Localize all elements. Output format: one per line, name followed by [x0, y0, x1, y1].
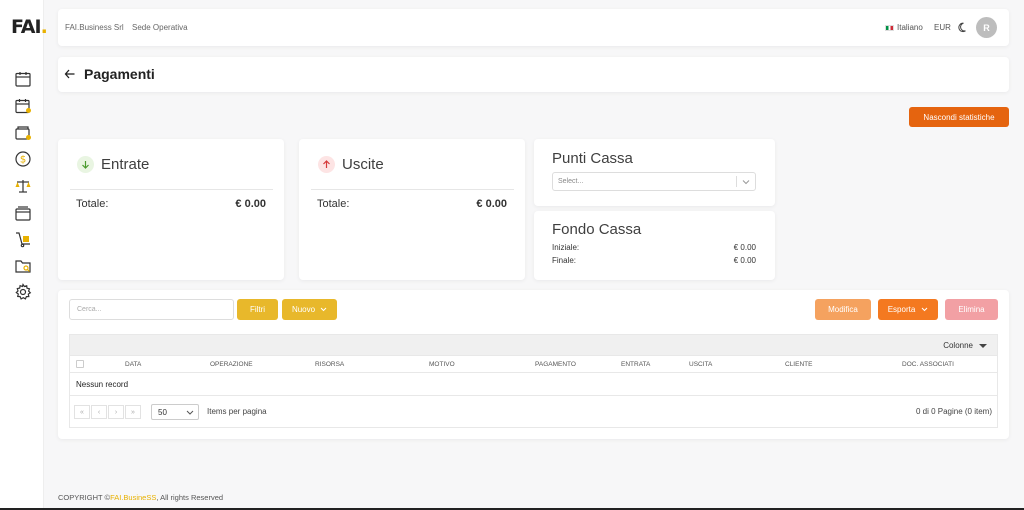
- fondo-cassa-card: Fondo Cassa Iniziale: € 0.00 Finale: € 0…: [534, 211, 775, 280]
- delete-button[interactable]: Elimina: [945, 299, 998, 320]
- select-separator: [736, 176, 737, 187]
- punti-cassa-title: Punti Cassa: [552, 150, 633, 167]
- table-header-row: DATA OPERAZIONE RISORSA MOTIVO PAGAMENTO…: [69, 356, 998, 373]
- filters-button[interactable]: Filtri: [237, 299, 278, 320]
- search-input[interactable]: Cerca...: [69, 299, 234, 320]
- entrate-total-value: € 0.00: [235, 198, 266, 210]
- next-page-button[interactable]: ›: [108, 405, 124, 419]
- page-title: Pagamenti: [84, 66, 155, 82]
- arrow-down-icon: [77, 156, 94, 173]
- fondo-initial-label: Iniziale:: [552, 243, 580, 252]
- column-header[interactable]: CLIENTE: [785, 361, 812, 368]
- prev-page-button[interactable]: ‹: [91, 405, 107, 419]
- punti-cassa-card: Punti Cassa Select...: [534, 139, 775, 206]
- page-info: 0 di 0 Pagine (0 item): [915, 407, 992, 416]
- empty-row: Nessun record: [69, 373, 998, 396]
- column-header[interactable]: DATA: [125, 361, 141, 368]
- select-all-checkbox[interactable]: [76, 360, 84, 368]
- fondo-final-label: Finale:: [552, 256, 577, 265]
- moon-icon[interactable]: [957, 21, 969, 33]
- last-page-button[interactable]: »: [125, 405, 141, 419]
- app-logo[interactable]: FAI.: [11, 16, 48, 38]
- entrate-title: Entrate: [101, 156, 150, 173]
- cash-register-icon[interactable]: [14, 204, 32, 222]
- chevron-down-icon: [921, 307, 928, 312]
- chevron-down-icon: [186, 410, 194, 415]
- table-toolbar: Colonne: [69, 334, 998, 356]
- dollar-coin-icon[interactable]: $: [14, 150, 32, 168]
- uscite-card: Uscite Totale: € 0.00: [299, 139, 525, 280]
- edit-button[interactable]: Modifica: [815, 299, 871, 320]
- language-selector[interactable]: Italiano: [885, 23, 923, 32]
- folder-search-icon[interactable]: [14, 257, 32, 275]
- calendar-user-icon[interactable]: [14, 97, 32, 115]
- first-page-button[interactable]: «: [74, 405, 90, 419]
- uscite-title: Uscite: [342, 156, 384, 173]
- title-bar: Pagamenti: [58, 57, 1009, 92]
- calendar-icon[interactable]: [14, 70, 32, 88]
- currency-selector[interactable]: EUR: [934, 23, 951, 32]
- hand-truck-icon[interactable]: [14, 230, 32, 248]
- entrate-card: Entrate Totale: € 0.00: [58, 139, 284, 280]
- column-header[interactable]: ENTRATA: [621, 361, 650, 368]
- footer: COPYRIGHT ©FAI.BusineSS, All rights Rese…: [58, 493, 224, 502]
- column-header[interactable]: DOC. ASSOCIATI: [902, 361, 954, 368]
- column-header[interactable]: RISORSA: [315, 361, 344, 368]
- settings-gear-icon[interactable]: [14, 283, 32, 301]
- payments-table-card: Cerca... Filtri Nuovo Modifica Esporta E…: [58, 290, 1009, 439]
- columns-button[interactable]: Colonne: [943, 341, 987, 350]
- entrate-total-label: Totale:: [76, 198, 109, 210]
- italy-flag-icon: [885, 24, 894, 31]
- caret-down-icon: [979, 343, 987, 348]
- empty-message: Nessun record: [76, 380, 129, 389]
- page-size-select[interactable]: 50: [151, 404, 199, 420]
- page-size-label: Items per pagina: [207, 407, 267, 416]
- scale-icon[interactable]: [14, 177, 32, 195]
- column-header[interactable]: USCITA: [689, 361, 712, 368]
- punti-cassa-select[interactable]: Select...: [552, 172, 756, 191]
- wallet-icon[interactable]: [14, 124, 32, 142]
- fondo-cassa-title: Fondo Cassa: [552, 221, 642, 238]
- location-name[interactable]: Sede Operativa: [132, 23, 188, 32]
- fondo-initial-value: € 0.00: [733, 243, 756, 252]
- company-name[interactable]: FAI.Business Srl: [65, 23, 124, 32]
- divider: [311, 189, 514, 190]
- arrow-up-icon: [318, 156, 335, 173]
- sidebar: FAI. $: [0, 0, 48, 510]
- uscite-total-value: € 0.00: [476, 198, 507, 210]
- column-header[interactable]: MOTIVO: [429, 361, 455, 368]
- new-button[interactable]: Nuovo: [282, 299, 337, 320]
- column-header[interactable]: OPERAZIONE: [210, 361, 253, 368]
- user-avatar[interactable]: R: [976, 17, 997, 38]
- uscite-total-label: Totale:: [317, 198, 350, 210]
- svg-text:$: $: [20, 155, 26, 166]
- column-header[interactable]: PAGAMENTO: [535, 361, 576, 368]
- language-label: Italiano: [897, 23, 923, 32]
- pager: « ‹ › » 50 Items per pagina 0 di 0 Pagin…: [69, 396, 998, 428]
- footer-brand-link[interactable]: FAI.BusineSS: [110, 493, 156, 502]
- fondo-final-value: € 0.00: [733, 256, 756, 265]
- divider: [70, 189, 273, 190]
- hide-stats-button[interactable]: Nascondi statistiche: [909, 107, 1009, 127]
- top-bar: FAI.Business Srl Sede Operativa Italiano…: [58, 9, 1009, 46]
- back-arrow-icon[interactable]: [64, 67, 76, 79]
- chevron-down-icon: [742, 180, 750, 185]
- chevron-down-icon: [320, 307, 327, 312]
- export-button[interactable]: Esporta: [878, 299, 938, 320]
